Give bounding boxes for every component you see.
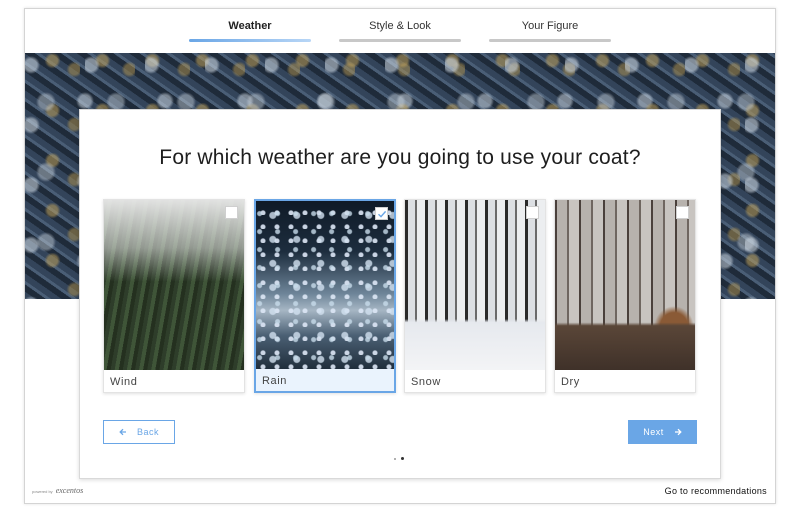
pagination-dot-active[interactable]	[401, 457, 404, 460]
step-weather[interactable]: Weather	[189, 19, 311, 42]
question-card: For which weather are you going to use y…	[79, 109, 721, 479]
option-label: Snow	[411, 376, 441, 388]
dry-photo	[555, 200, 695, 370]
pagination-dot[interactable]	[394, 457, 396, 460]
brand-logo: excentos	[55, 486, 84, 495]
powered-by-logo: powered by excentos	[32, 486, 83, 495]
powered-by-text: powered by	[32, 489, 53, 494]
option-label: Wind	[110, 376, 138, 388]
option-rain[interactable]: Rain	[254, 199, 396, 393]
step-style-look[interactable]: Style & Look	[339, 19, 461, 42]
pagination-dots	[394, 457, 404, 460]
checkbox[interactable]	[526, 206, 539, 219]
next-button-label: Next	[643, 427, 664, 437]
checkbox[interactable]	[225, 206, 238, 219]
step-progress-bar	[339, 39, 461, 42]
step-your-figure[interactable]: Your Figure	[489, 19, 611, 42]
arrow-right-icon	[674, 428, 682, 436]
next-button[interactable]: Next	[628, 420, 697, 444]
step-label: Style & Look	[369, 20, 431, 32]
option-label: Rain	[262, 375, 288, 387]
step-progress-bar	[489, 39, 611, 42]
go-to-recommendations-link[interactable]: Go to recommendations	[665, 486, 767, 496]
progress-steps: Weather Style & Look Your Figure	[25, 9, 775, 53]
option-snow[interactable]: Snow	[404, 199, 546, 393]
step-label: Weather	[228, 20, 272, 32]
snow-photo	[405, 200, 545, 370]
step-progress-bar	[189, 39, 311, 42]
back-button[interactable]: Back	[103, 420, 175, 444]
check-icon	[377, 210, 386, 218]
option-label: Dry	[561, 376, 580, 388]
step-label: Your Figure	[521, 20, 579, 32]
arrow-left-icon	[119, 428, 126, 436]
wind-photo	[104, 200, 244, 370]
back-button-label: Back	[136, 427, 159, 437]
checkbox[interactable]	[676, 206, 689, 219]
question-title: For which weather are you going to use y…	[159, 146, 641, 169]
checkbox-checked[interactable]	[375, 207, 388, 220]
option-wind[interactable]: Wind	[103, 199, 245, 393]
rain-photo	[256, 201, 394, 369]
option-dry[interactable]: Dry	[554, 199, 696, 393]
